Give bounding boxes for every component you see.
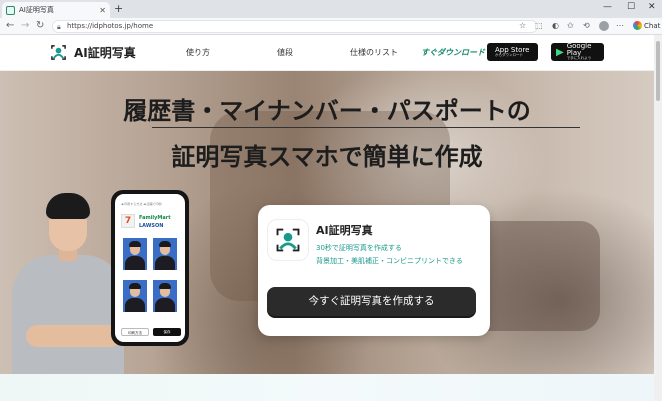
minimize-button[interactable]: — — [603, 2, 612, 12]
split-screen-icon[interactable]: ◐ — [552, 21, 559, 30]
google-play-icon: ▶ — [556, 46, 564, 58]
tab-close-icon[interactable]: ✕ — [99, 6, 106, 15]
profile-avatar-icon[interactable] — [599, 21, 609, 31]
app-icon — [267, 219, 309, 261]
extension-icon[interactable]: ⬚ — [535, 21, 543, 30]
next-section-strip — [0, 374, 654, 401]
nav-how-to-use[interactable]: 使り方 — [186, 47, 210, 58]
app-promo-card: AI証明写真 30秒で証明写真を作成する 背景加工・美肌補正・コンビニプリントで… — [258, 205, 490, 336]
site-favicon-icon — [6, 5, 15, 15]
scrollbar-thumb[interactable] — [656, 41, 660, 101]
logo-text: AI証明写真 — [74, 46, 136, 60]
app-store-button[interactable]: App Store からダウンロード — [487, 43, 538, 61]
site-header: AI証明写真 使り方 値段 仕様のリスト すぐダウンロード App Store … — [0, 35, 654, 71]
app-title: AI証明写真 — [316, 224, 373, 237]
new-tab-button[interactable]: + — [114, 2, 123, 15]
phone-screen: ◀ 印刷する方法 ◀ 店舗で印刷 7 FamilyMart LAWSON 印刷方… — [115, 194, 185, 342]
phone-mockup: ◀ 印刷する方法 ◀ 店舗で印刷 7 FamilyMart LAWSON 印刷方… — [111, 190, 189, 346]
favorites-icon[interactable]: ✩ — [567, 21, 574, 30]
feature-text-1: 30秒で証明写真を作成する — [316, 244, 402, 252]
create-id-photo-button[interactable]: 今すぐ証明写真を作成する — [267, 287, 476, 316]
forward-arrow-icon[interactable]: → — [21, 20, 29, 31]
phone-save-button: 保存 — [153, 328, 181, 336]
window-close-button[interactable]: ✕ — [648, 2, 656, 12]
id-photo-thumbnail — [123, 238, 147, 270]
hero-divider — [152, 127, 580, 128]
browser-tab[interactable]: AI証明写真 ✕ — [2, 2, 110, 18]
browser-tab-bar: AI証明写真 ✕ + — ☐ ✕ — [0, 0, 662, 18]
url-field[interactable]: 🔒︎ https://idphotos.jp/home — [52, 20, 538, 33]
download-now-link[interactable]: すぐダウンロード — [421, 47, 485, 58]
maximize-button[interactable]: ☐ — [627, 2, 635, 12]
chat-label: Chat — [644, 21, 661, 30]
print-method-button: 印刷方法 — [121, 328, 149, 336]
id-photo-thumbnail — [123, 280, 147, 312]
feature-text-2: 背景加工・美肌補正・コンビニプリントできる — [316, 257, 463, 265]
tab-title: AI証明写真 — [19, 6, 54, 14]
page-scrollbar[interactable] — [654, 35, 662, 401]
app-store-sublabel: からダウンロード — [495, 52, 523, 57]
hero-title-line2: 証明写真スマホで簡単に作成 — [171, 143, 483, 171]
google-play-button[interactable]: ▶ Google Play で手に入れよう — [551, 43, 604, 61]
familymart-logo: FamilyMart — [139, 215, 171, 221]
copilot-icon — [633, 21, 642, 30]
id-photo-logo-icon — [51, 45, 66, 60]
url-text: https://idphotos.jp/home — [67, 22, 154, 30]
nav-spec-list[interactable]: 仕様のリスト — [350, 47, 398, 58]
id-photo-thumbnail — [153, 238, 177, 270]
lock-icon: 🔒︎ — [57, 23, 61, 31]
phone-top-text: ◀ 印刷する方法 ◀ 店舗で印刷 — [121, 202, 162, 206]
reload-icon[interactable]: ↻ — [36, 20, 44, 31]
more-menu-icon[interactable]: ⋯ — [616, 21, 624, 30]
google-play-sublabel: で手に入れよう — [566, 56, 592, 61]
seven-eleven-logo: 7 — [121, 214, 135, 228]
nav-price[interactable]: 値段 — [277, 47, 293, 58]
hero-section: 履歴書・マイナンバー・パスポートの 証明写真スマホで簡単に作成 ◀ 印刷する方法… — [0, 71, 654, 374]
hero-title-line1: 履歴書・マイナンバー・パスポートの — [123, 97, 531, 125]
history-icon[interactable]: ⟲ — [583, 21, 590, 30]
favorite-star-icon[interactable]: ☆ — [519, 21, 526, 30]
site-logo[interactable]: AI証明写真 — [50, 44, 136, 61]
address-toolbar: ← → ↻ 🔒︎ https://idphotos.jp/home ☆ ⬚ ◐ … — [0, 18, 662, 35]
copilot-chat-button[interactable]: Chat — [633, 21, 660, 30]
lawson-logo: LAWSON — [139, 223, 164, 229]
back-arrow-icon[interactable]: ← — [6, 20, 14, 31]
id-photo-thumbnail — [153, 280, 177, 312]
